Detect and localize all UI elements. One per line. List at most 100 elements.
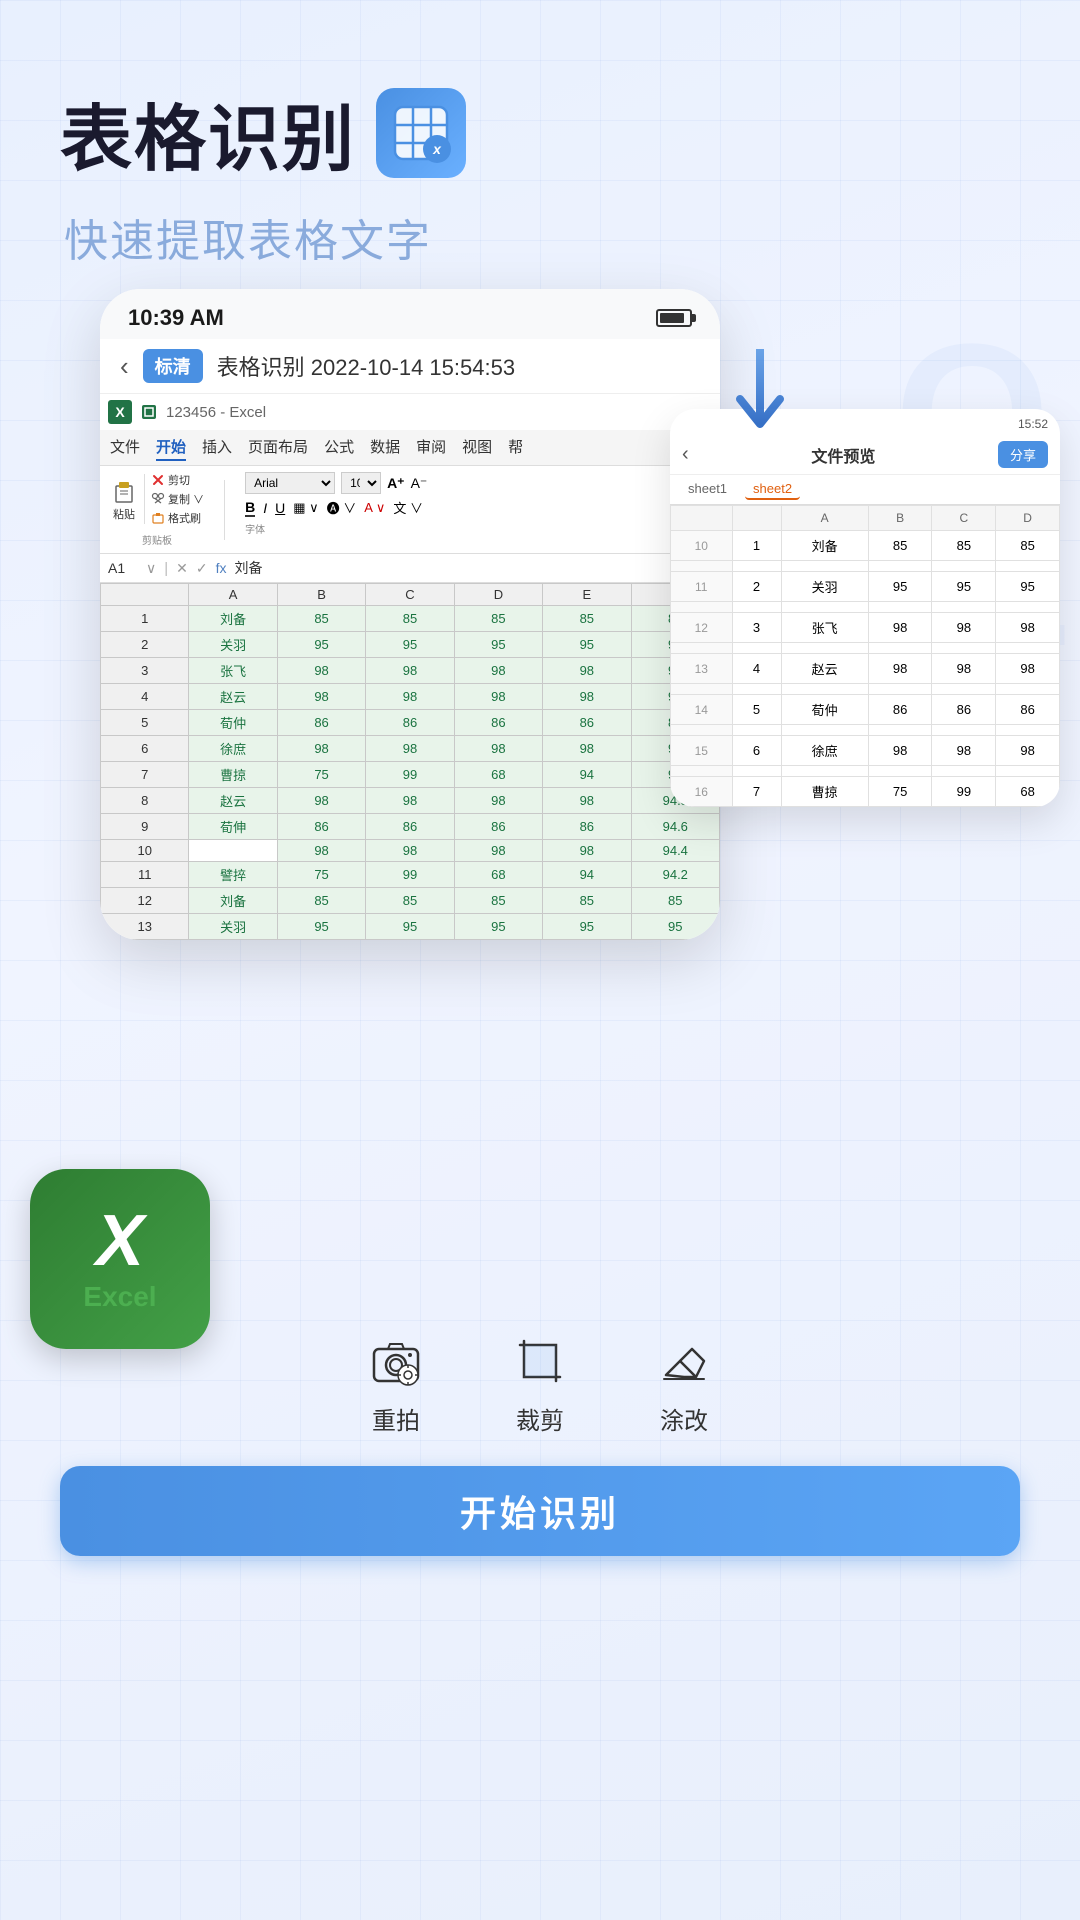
table-cell: 98 — [543, 658, 631, 684]
table-cell: 98 — [366, 736, 454, 762]
table-cell: 赵云 — [189, 788, 277, 814]
preview-cell — [868, 561, 932, 572]
toolbar-crop[interactable]: 裁剪 — [508, 1329, 572, 1436]
table-cell: 98 — [277, 788, 365, 814]
menu-review[interactable]: 审阅 — [416, 434, 446, 461]
table-cell: 98 — [454, 840, 542, 862]
table-cell: 86 — [277, 814, 365, 840]
col-header-e: E — [543, 584, 631, 606]
table-cell: 98 — [366, 684, 454, 710]
menu-file[interactable]: 文件 — [110, 434, 140, 461]
table-cell: 荀伸 — [189, 814, 277, 840]
table-cell: 85 — [631, 888, 719, 914]
table-cell: 85 — [454, 888, 542, 914]
table-cell: 75 — [277, 762, 365, 788]
preview-phone: 15:52 ‹ 文件预览 分享 sheet1 sheet2 A B C D — [670, 409, 1060, 807]
table-cell: 曹掠 — [189, 762, 277, 788]
fill-color-btn[interactable]: 🅐 ∨ — [327, 498, 357, 517]
arrow-decoration — [720, 349, 800, 454]
preview-cell — [732, 643, 781, 654]
excel-title-bar: X 123456 - Excel — [100, 394, 720, 430]
preview-cell — [996, 561, 1060, 572]
table-cell: 95 — [631, 914, 719, 940]
preview-cell: 98 — [996, 736, 1060, 766]
format-btn[interactable]: 文 ∨ — [393, 498, 423, 517]
menu-view[interactable]: 视图 — [462, 434, 492, 461]
underline-btn[interactable]: U — [275, 500, 285, 516]
start-btn-wrap: 开始识别 — [0, 1456, 1080, 1606]
italic-btn[interactable]: I — [263, 500, 267, 516]
phone-nav: ‹ 标清 表格识别 2022-10-14 15:54:53 — [100, 339, 720, 394]
preview-cell — [781, 602, 868, 613]
toolbar-retake[interactable]: 重拍 — [364, 1329, 428, 1436]
table-cell: 98 — [543, 840, 631, 862]
bottom-toolbar: 重拍 裁剪 涂改 — [0, 1309, 1080, 1456]
preview-cell — [781, 561, 868, 572]
font-grow-btn[interactable]: A⁺ — [387, 475, 405, 492]
col-header-d: D — [454, 584, 542, 606]
erase-label: 涂改 — [660, 1401, 708, 1436]
table-cell: 98 — [366, 788, 454, 814]
excel-icon: X — [108, 400, 132, 424]
menu-data[interactable]: 数据 — [370, 434, 400, 461]
font-selector[interactable]: Arial — [245, 472, 335, 494]
prev-col-num — [671, 506, 733, 531]
start-button[interactable]: 开始识别 — [60, 1466, 1020, 1556]
preview-cell — [781, 725, 868, 736]
header: 表格识别 x 快速提取表格文字 — [0, 0, 1080, 289]
preview-cell: 7 — [732, 777, 781, 807]
excel-logo-x: X — [96, 1205, 144, 1277]
menu-insert[interactable]: 插入 — [202, 434, 232, 461]
font-section: Arial 10 A⁺ A⁻ B I U ▦ ∨ 🅐 ∨ A ∨ — [245, 472, 710, 536]
font-shrink-btn[interactable]: A⁻ — [411, 475, 428, 492]
toolbar-erase[interactable]: 涂改 — [652, 1329, 716, 1436]
preview-cell — [932, 561, 996, 572]
bold-btn[interactable]: B — [245, 499, 255, 517]
table-cell: 95 — [454, 632, 542, 658]
preview-cell: 16 — [671, 777, 733, 807]
sheet2-tab[interactable]: sheet2 — [745, 479, 800, 500]
preview-cell — [732, 602, 781, 613]
formula-bar: A1 ∨ | ✕ ✓ fx 刘备 — [100, 554, 720, 583]
table-cell: 99 — [366, 862, 454, 888]
preview-title: 文件预览 — [811, 443, 875, 467]
table-cell: 赵云 — [189, 684, 277, 710]
title-row: 表格识别 x — [60, 80, 1020, 185]
preview-cell — [868, 684, 932, 695]
font-size-selector[interactable]: 10 — [341, 472, 381, 494]
table-cell: 95 — [366, 632, 454, 658]
col-header-b: B — [277, 584, 365, 606]
table-cell: 86 — [366, 710, 454, 736]
table-cell: 95 — [277, 914, 365, 940]
table-cell — [189, 840, 277, 862]
table-cell: 譬捽 — [189, 862, 277, 888]
preview-cell — [671, 602, 733, 613]
menu-page-layout[interactable]: 页面布局 — [248, 434, 308, 461]
preview-cell: 85 — [932, 531, 996, 561]
menu-help[interactable]: 帮 — [508, 434, 523, 461]
table-cell: 8 — [101, 788, 189, 814]
subtitle: 快速提取表格文字 — [64, 205, 1020, 269]
formula-value: 刘备 — [235, 558, 263, 578]
table-cell: 3 — [101, 658, 189, 684]
preview-cell: 4 — [732, 654, 781, 684]
preview-cell: 2 — [732, 572, 781, 602]
preview-back[interactable]: ‹ — [682, 443, 689, 466]
preview-cell: 98 — [932, 613, 996, 643]
preview-cell — [868, 725, 932, 736]
font-color-btn[interactable]: A ∨ — [364, 500, 385, 516]
retake-label: 重拍 — [372, 1401, 420, 1436]
table-cell: 12 — [101, 888, 189, 914]
sheet1-tab[interactable]: sheet1 — [680, 479, 735, 500]
preview-cell — [932, 602, 996, 613]
preview-cell: 98 — [868, 654, 932, 684]
camera-icon — [364, 1329, 428, 1393]
table-cell: 关羽 — [189, 632, 277, 658]
border-btn[interactable]: ▦ ∨ — [293, 500, 318, 516]
share-button[interactable]: 分享 — [998, 441, 1048, 468]
table-cell: 86 — [277, 710, 365, 736]
back-button[interactable]: ‹ — [120, 351, 129, 382]
preview-cell: 98 — [868, 736, 932, 766]
menu-formula[interactable]: 公式 — [324, 434, 354, 461]
menu-start[interactable]: 开始 — [156, 434, 186, 461]
